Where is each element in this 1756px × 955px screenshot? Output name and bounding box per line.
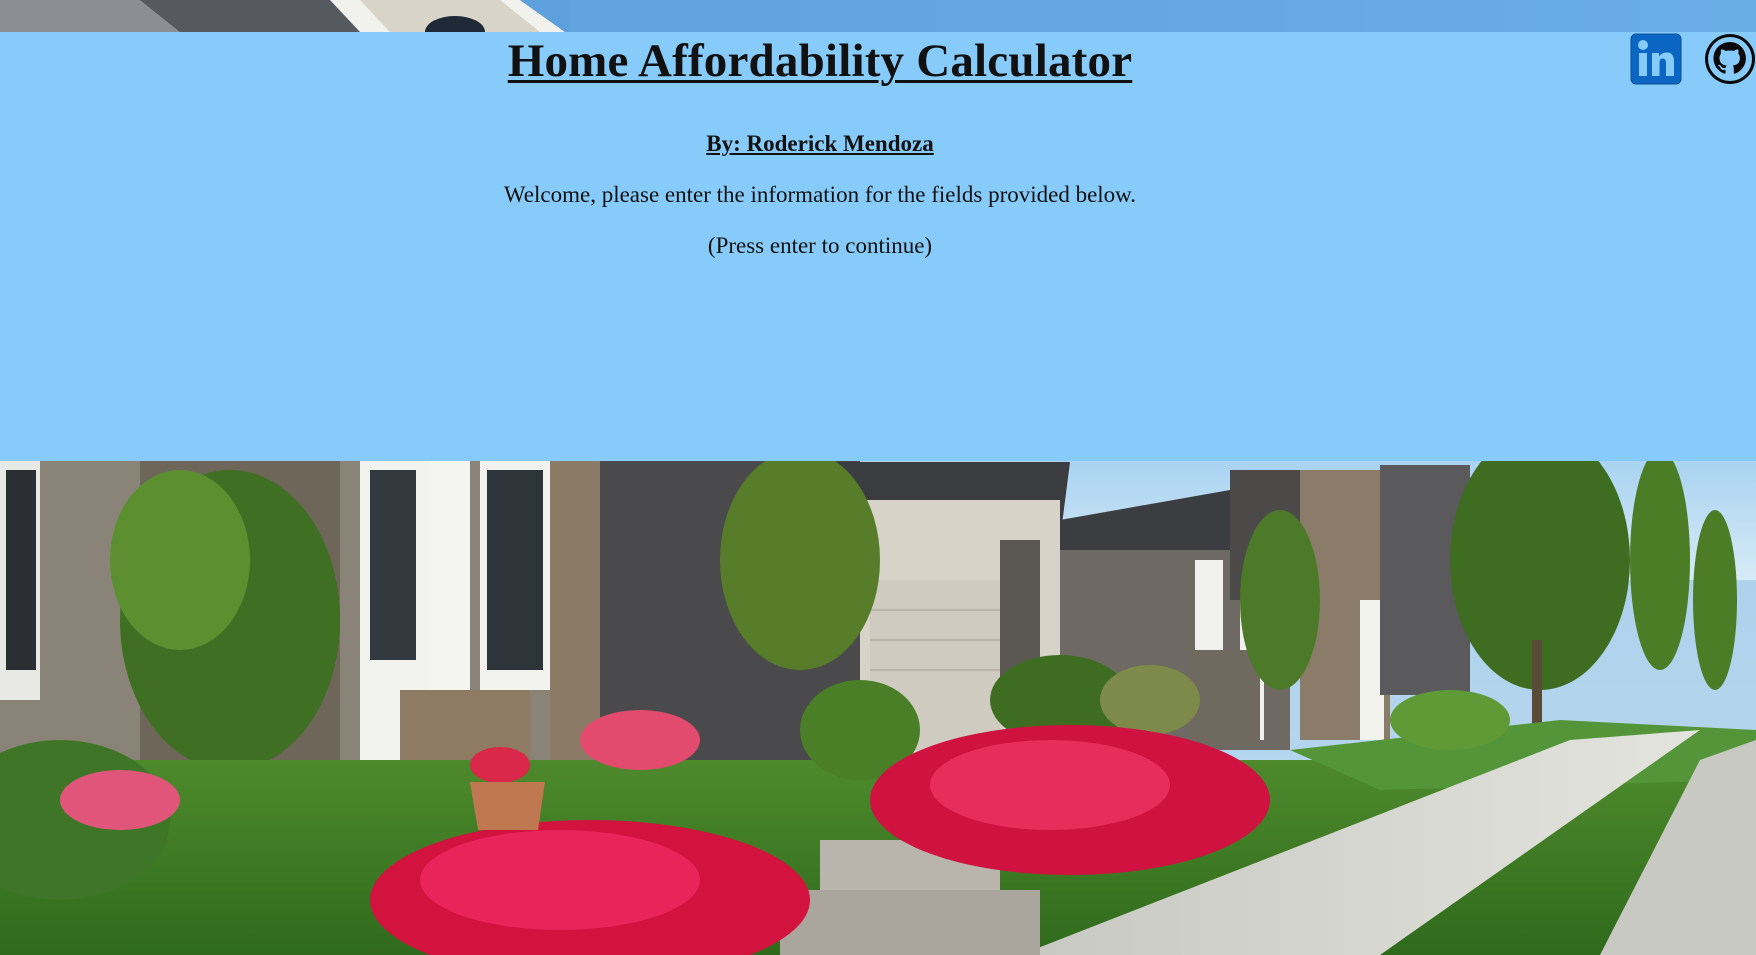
- continue-instruction: (Press enter to continue): [707, 233, 933, 258]
- linkedin-link[interactable]: [1630, 33, 1682, 85]
- author-credit: By: Roderick Mendoza: [706, 131, 934, 156]
- header-strip: [0, 0, 1756, 32]
- linkedin-icon: [1630, 33, 1682, 85]
- intro-section: Home Affordability Calculator By: Roderi…: [440, 32, 1200, 260]
- github-icon: [1705, 34, 1755, 84]
- page-title: Home Affordability Calculator: [507, 35, 1133, 87]
- welcome-message: Welcome, please enter the information fo…: [503, 182, 1137, 207]
- header-panel: Home Affordability Calculator By: Roderi…: [0, 32, 1756, 461]
- roof-image: [0, 0, 570, 32]
- github-link[interactable]: [1704, 33, 1756, 85]
- social-links: [1630, 33, 1756, 85]
